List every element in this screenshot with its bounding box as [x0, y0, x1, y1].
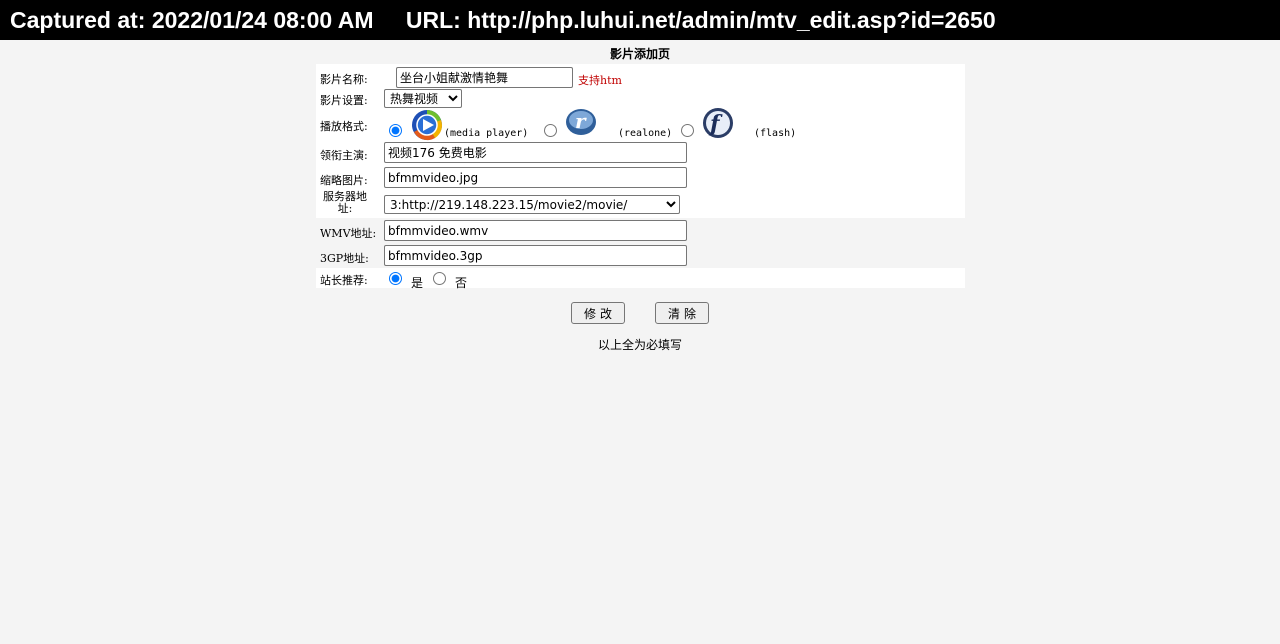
name-hint: 支持htm	[578, 74, 622, 87]
recommend-label: 站长推荐:	[320, 274, 368, 287]
wmv-label: WMV地址:	[320, 227, 377, 240]
server-select[interactable]: 3:http://219.148.223.15/movie2/movie/	[384, 195, 680, 214]
form-row-recommend: 站长推荐: 是 否	[316, 269, 965, 290]
submit-button[interactable]: 修改	[571, 302, 625, 324]
form-row-format: 播放格式: (media player) r (realone) f (flas…	[316, 108, 965, 141]
format-label: 播放格式:	[320, 120, 368, 133]
recommend-radio-no[interactable]	[433, 272, 446, 285]
movie-edit-form: 影片名称: 支持htm 影片设置: 热舞视频 播放格式: (media play…	[316, 64, 965, 290]
server-label: 服务器地址:	[323, 190, 367, 215]
thumbnail-input[interactable]	[384, 167, 687, 188]
form-row-thumbnail: 缩略图片:	[316, 166, 965, 190]
media-player-icon	[412, 110, 442, 141]
clear-button[interactable]: 清除	[655, 302, 709, 324]
movie-name-input[interactable]	[396, 67, 573, 88]
lead-actor-label: 领衔主演:	[320, 149, 368, 162]
recommend-yes-label: 是	[411, 276, 424, 290]
name-label: 影片名称:	[320, 73, 368, 86]
flash-icon: f	[703, 108, 733, 138]
category-label: 影片设置:	[320, 94, 368, 107]
format-label-flash: (flash)	[754, 128, 797, 139]
gp3-label: 3GP地址:	[320, 252, 369, 265]
required-footnote: 以上全为必填写	[597, 338, 682, 352]
format-label-media-player: (media player)	[444, 128, 529, 139]
wmv-input[interactable]	[384, 220, 687, 241]
form-row-name: 影片名称: 支持htm	[316, 66, 965, 88]
form-row-3gp: 3GP地址:	[316, 244, 965, 268]
capture-timestamp: Captured at: 2022/01/24 08:00 AM	[10, 7, 374, 33]
category-select[interactable]: 热舞视频	[384, 89, 462, 108]
form-row-wmv: WMV地址:	[316, 219, 965, 243]
realone-icon: r	[566, 109, 596, 135]
recommend-radio-yes[interactable]	[389, 272, 402, 285]
capture-info-bar: Captured at: 2022/01/24 08:00 AM URL: ht…	[0, 0, 1280, 40]
thumbnail-label: 缩略图片:	[320, 174, 368, 187]
format-label-realone: (realone)	[618, 128, 673, 139]
format-radio-realone[interactable]	[544, 124, 557, 137]
form-row-server: 服务器地址: 3:http://219.148.223.15/movie2/mo…	[316, 191, 965, 218]
recommend-no-label: 否	[455, 276, 468, 290]
lead-actor-input[interactable]	[384, 142, 687, 163]
svg-text:r: r	[575, 109, 587, 133]
form-row-lead-actor: 领衔主演:	[316, 141, 965, 165]
format-radio-media-player[interactable]	[389, 124, 402, 137]
form-row-category: 影片设置: 热舞视频	[316, 89, 965, 109]
page-title: 影片添加页	[609, 47, 670, 61]
capture-url: URL: http://php.luhui.net/admin/mtv_edit…	[405, 7, 996, 33]
gp3-input[interactable]	[384, 245, 687, 266]
format-radio-flash[interactable]	[681, 124, 694, 137]
